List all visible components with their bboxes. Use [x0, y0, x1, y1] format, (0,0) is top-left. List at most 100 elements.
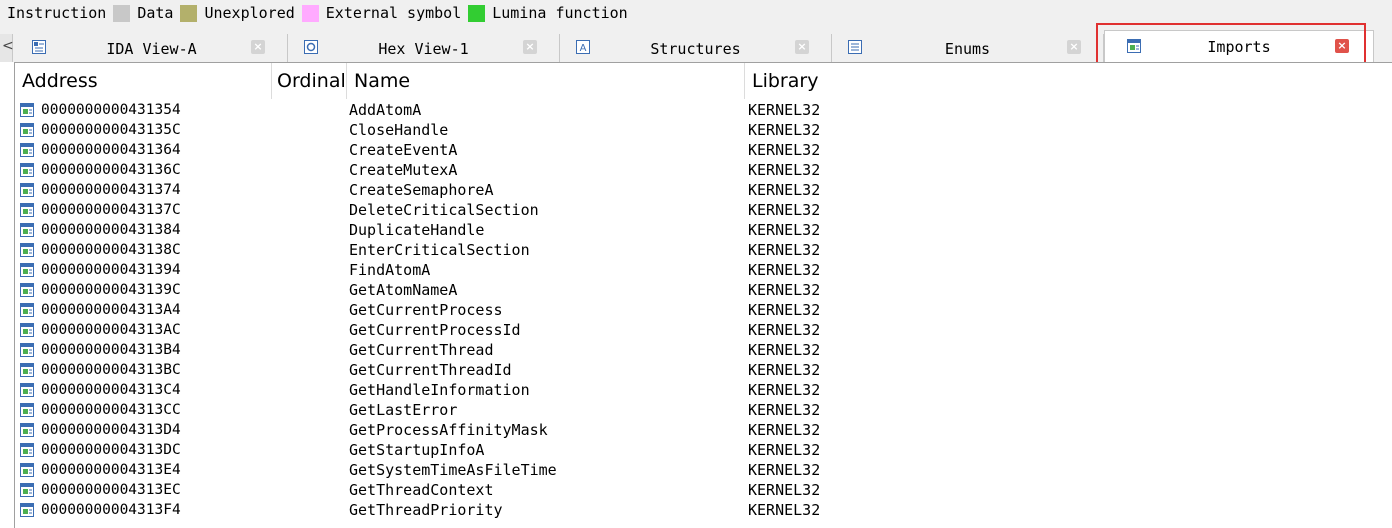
name-cell: CloseHandle — [349, 121, 449, 139]
import-entry-icon — [20, 123, 34, 137]
table-row[interactable]: 000000000043135C CloseHandle KERNEL32 — [15, 120, 1392, 140]
tab-scroll-left-button[interactable]: < — [0, 34, 14, 62]
tab-ida-view-a[interactable]: IDA View-A × — [16, 34, 288, 62]
table-row[interactable]: 00000000004313E4 GetSystemTimeAsFileTime K… — [15, 460, 1392, 480]
table-row[interactable]: 00000000004313AC GetCurrentProcessId KERNE… — [15, 320, 1392, 340]
import-entry-icon — [20, 483, 34, 497]
table-row[interactable]: 0000000000431374 CreateSemaphoreA KERNEL32 — [15, 180, 1392, 200]
address-cell: 00000000004313BC — [41, 362, 181, 378]
address-cell: 00000000004313AC — [41, 322, 181, 338]
name-cell: GetCurrentProcess — [349, 301, 503, 319]
legend-label: Instruction — [7, 4, 107, 22]
tab-label: Structures — [650, 40, 741, 58]
close-icon[interactable]: × — [795, 40, 809, 54]
legend-swatch — [113, 4, 131, 22]
address-cell: 00000000004313CC — [41, 402, 181, 418]
close-icon[interactable]: × — [251, 40, 265, 54]
table-row[interactable]: 00000000004313B4 GetCurrentThread KERNEL32 — [15, 340, 1392, 360]
table-body: 0000000000431354 AddAtomA KERNEL32 00000000… — [15, 100, 1392, 520]
address-cell: 000000000043137C — [41, 202, 181, 218]
library-cell: KERNEL32 — [748, 141, 821, 159]
name-cell: GetProcessAffinityMask — [349, 421, 548, 439]
legend-label: External symbol — [325, 4, 462, 22]
tab-label: IDA View-A — [106, 40, 197, 58]
table-row[interactable]: 00000000004313D4 GetProcessAffinityMask KE… — [15, 420, 1392, 440]
library-cell: KERNEL32 — [748, 481, 821, 499]
tab-imports[interactable]: Imports × — [1104, 30, 1374, 62]
name-cell: GetThreadContext — [349, 481, 494, 499]
table-row[interactable]: 000000000043139C GetAtomNameA KERNEL32 — [15, 280, 1392, 300]
legend-label: Unexplored — [204, 4, 295, 22]
name-cell: GetThreadPriority — [349, 501, 503, 519]
tab-hex-view-1[interactable]: Hex View-1 × — [288, 34, 560, 62]
table-row[interactable]: 000000000043138C EnterCriticalSection KERN… — [15, 240, 1392, 260]
table-row[interactable]: 000000000043137C DeleteCriticalSection KER… — [15, 200, 1392, 220]
import-entry-icon — [20, 463, 34, 477]
library-cell: KERNEL32 — [748, 461, 821, 479]
legend-item-unexplored: Unexplored — [180, 4, 301, 22]
library-cell: KERNEL32 — [748, 301, 821, 319]
column-header-library[interactable]: Library — [745, 63, 1392, 99]
name-cell: EnterCriticalSection — [349, 241, 530, 259]
address-cell: 00000000004313A4 — [41, 302, 181, 318]
close-icon[interactable]: × — [523, 40, 537, 54]
import-entry-icon — [20, 103, 34, 117]
library-cell: KERNEL32 — [748, 281, 821, 299]
name-cell: GetLastError — [349, 401, 458, 419]
legend-swatch — [301, 4, 319, 22]
library-cell: KERNEL32 — [748, 501, 821, 519]
legend-item-lumina-function: Lumina function — [468, 4, 634, 22]
tab-label: Enums — [944, 40, 991, 58]
column-header-ordinal[interactable]: Ordinal — [272, 63, 347, 99]
close-icon[interactable]: × — [1335, 39, 1349, 53]
table-row[interactable]: 00000000004313F4 GetThreadPriority KERNEL3… — [15, 500, 1392, 520]
library-cell: KERNEL32 — [748, 261, 821, 279]
table-row[interactable]: 000000000043136C CreateMutexA KERNEL32 — [15, 160, 1392, 180]
legend-item-instruction: Instruction — [0, 4, 113, 22]
library-cell: KERNEL32 — [748, 121, 821, 139]
tab-structures[interactable]: A Structures × — [560, 34, 832, 62]
address-cell: 00000000004313F4 — [41, 502, 181, 518]
column-header-address[interactable]: Address — [15, 63, 272, 99]
table-row[interactable]: 00000000004313A4 GetCurrentProcess KERNEL3… — [15, 300, 1392, 320]
name-cell: GetCurrentThread — [349, 341, 494, 359]
address-cell: 0000000000431374 — [41, 182, 181, 198]
legend-label: Data — [137, 4, 174, 22]
address-cell: 000000000043139C — [41, 282, 181, 298]
name-cell: DuplicateHandle — [349, 221, 485, 239]
table-row[interactable]: 0000000000431364 CreateEventA KERNEL32 — [15, 140, 1392, 160]
close-icon[interactable]: × — [1067, 40, 1081, 54]
table-row[interactable]: 0000000000431394 FindAtomA KERNEL32 — [15, 260, 1392, 280]
import-entry-icon — [20, 143, 34, 157]
import-entry-icon — [20, 403, 34, 417]
library-cell: KERNEL32 — [748, 341, 821, 359]
table-row[interactable]: 00000000004313DC GetStartupInfoA KERNEL32 — [15, 440, 1392, 460]
library-cell: KERNEL32 — [748, 381, 821, 399]
table-row[interactable]: 0000000000431354 AddAtomA KERNEL32 — [15, 100, 1392, 120]
import-entry-icon — [20, 203, 34, 217]
library-cell: KERNEL32 — [748, 421, 821, 439]
table-row[interactable]: 00000000004313EC GetThreadContext KERNEL32 — [15, 480, 1392, 500]
import-entry-icon — [20, 443, 34, 457]
tab-bar: < IDA View-A × Hex View-1 × A Structures… — [0, 26, 1392, 62]
import-entry-icon — [20, 423, 34, 437]
name-cell: GetHandleInformation — [349, 381, 530, 399]
import-entry-icon — [20, 263, 34, 277]
address-cell: 00000000004313D4 — [41, 422, 181, 438]
address-cell: 000000000043136C — [41, 162, 181, 178]
address-cell: 0000000000431364 — [41, 142, 181, 158]
tab-enums[interactable]: Enums × — [832, 34, 1104, 62]
library-cell: KERNEL32 — [748, 441, 821, 459]
address-cell: 000000000043135C — [41, 122, 181, 138]
import-entry-icon — [20, 243, 34, 257]
table-row[interactable]: 00000000004313BC GetCurrentThreadId KERNEL… — [15, 360, 1392, 380]
address-cell: 0000000000431384 — [41, 222, 181, 238]
import-entry-icon — [20, 283, 34, 297]
library-cell: KERNEL32 — [748, 321, 821, 339]
table-row[interactable]: 00000000004313C4 GetHandleInformation KERN… — [15, 380, 1392, 400]
table-row[interactable]: 00000000004313CC GetLastError KERNEL32 — [15, 400, 1392, 420]
column-header-name[interactable]: Name — [347, 63, 745, 99]
name-cell: AddAtomA — [349, 101, 422, 119]
tab-label: Imports — [1207, 38, 1271, 56]
table-row[interactable]: 0000000000431384 DuplicateHandle KERNEL32 — [15, 220, 1392, 240]
